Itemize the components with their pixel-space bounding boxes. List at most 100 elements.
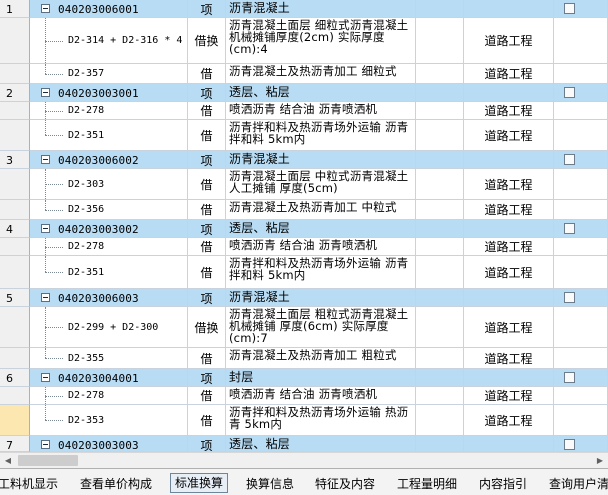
tab-features-content[interactable]: 特征及内容 (315, 474, 375, 494)
type-cell[interactable]: 项 (188, 151, 226, 169)
type-cell[interactable]: 借换 (188, 307, 226, 348)
name-cell[interactable]: 沥青混凝土 (226, 289, 416, 307)
specialty-cell[interactable]: 道路工程 (464, 387, 554, 405)
code-cell[interactable]: D2-278 (30, 102, 188, 120)
blank-cell[interactable] (416, 200, 464, 220)
quota-grid[interactable]: 1 040203006001 项沥青混凝土 D2-314 + D2-316 * 4 借换… (0, 0, 608, 452)
checkbox-cell[interactable] (554, 369, 608, 387)
bill-item-row[interactable]: 7 040203003003 项透层、粘层 (0, 436, 608, 452)
checkbox-cell[interactable] (554, 120, 608, 151)
quota-row[interactable]: D2-351 借沥青拌和料及热沥青场外运输 沥青拌和料 5km内 道路工程 (0, 256, 608, 289)
tab-query-user-list[interactable]: 查询用户清 (549, 474, 608, 494)
blank-cell[interactable] (416, 348, 464, 369)
type-cell[interactable]: 借 (188, 102, 226, 120)
code-cell[interactable]: 040203003003 (30, 436, 188, 452)
tab-quantity-detail[interactable]: 工程量明细 (397, 474, 457, 494)
collapse-icon[interactable] (41, 440, 50, 449)
blank-cell[interactable] (416, 405, 464, 436)
specialty-cell[interactable] (464, 436, 554, 452)
bill-item-row[interactable]: 6 040203004001 项封层 (0, 369, 608, 387)
collapse-icon[interactable] (41, 293, 50, 302)
specialty-cell[interactable] (464, 220, 554, 238)
row-number[interactable] (0, 348, 30, 369)
name-cell[interactable]: 喷洒沥青 结合油 沥青喷洒机 (226, 387, 416, 405)
specialty-cell[interactable] (464, 0, 554, 18)
name-cell[interactable]: 喷洒沥青 结合油 沥青喷洒机 (226, 102, 416, 120)
specialty-cell[interactable]: 道路工程 (464, 169, 554, 200)
row-checkbox[interactable] (564, 439, 575, 450)
checkbox-cell[interactable] (554, 405, 608, 436)
name-cell[interactable]: 沥青混凝土面层 粗粒式沥青混凝土 机械摊铺 厚度(6cm) 实际厚度(cm):7 (226, 307, 416, 348)
quota-row[interactable]: D2-299 + D2-300 借换 沥青混凝土面层 粗粒式沥青混凝土 机械摊铺 厚… (0, 307, 608, 348)
type-cell[interactable]: 借换 (188, 18, 226, 64)
type-cell[interactable]: 借 (188, 169, 226, 200)
name-cell[interactable]: 喷洒沥青 结合油 沥青喷洒机 (226, 238, 416, 256)
code-cell[interactable]: 040203003002 (30, 220, 188, 238)
row-number[interactable]: 3 (0, 151, 30, 169)
checkbox-cell[interactable] (554, 18, 608, 64)
type-cell[interactable]: 借 (188, 405, 226, 436)
collapse-icon[interactable] (41, 224, 50, 233)
specialty-cell[interactable]: 道路工程 (464, 348, 554, 369)
collapse-icon[interactable] (41, 4, 50, 13)
quota-row[interactable]: D2-314 + D2-316 * 4 借换 沥青混凝土面层 细粒式沥青混凝土 机械… (0, 18, 608, 64)
bill-item-row[interactable]: 4 040203003002 项透层、粘层 (0, 220, 608, 238)
name-cell[interactable]: 透层、粘层 (226, 436, 416, 452)
specialty-cell[interactable]: 道路工程 (464, 120, 554, 151)
bill-item-row[interactable]: 3 040203006002 项沥青混凝土 (0, 151, 608, 169)
quota-row[interactable]: D2-278 借喷洒沥青 结合油 沥青喷洒机 道路工程 (0, 102, 608, 120)
row-number[interactable] (0, 405, 30, 436)
blank-cell[interactable] (416, 220, 464, 238)
row-number[interactable]: 6 (0, 369, 30, 387)
checkbox-cell[interactable] (554, 151, 608, 169)
code-cell[interactable]: D2-303 (30, 169, 188, 200)
name-cell[interactable]: 封层 (226, 369, 416, 387)
horizontal-scrollbar[interactable]: ◀ ▶ (0, 452, 608, 468)
type-cell[interactable]: 借 (188, 64, 226, 84)
type-cell[interactable]: 项 (188, 369, 226, 387)
blank-cell[interactable] (416, 169, 464, 200)
tab-conversion-info[interactable]: 换算信息 (246, 474, 294, 494)
row-number[interactable]: 4 (0, 220, 30, 238)
tab-unit-price-composition[interactable]: 查看单价构成 (80, 474, 152, 494)
row-number[interactable]: 2 (0, 84, 30, 102)
row-number[interactable] (0, 200, 30, 220)
blank-cell[interactable] (416, 369, 464, 387)
code-cell[interactable]: D2-351 (30, 120, 188, 151)
name-cell[interactable]: 沥青混凝土 (226, 0, 416, 18)
type-cell[interactable]: 项 (188, 220, 226, 238)
blank-cell[interactable] (416, 102, 464, 120)
type-cell[interactable]: 借 (188, 120, 226, 151)
name-cell[interactable]: 沥青混凝土及热沥青加工 细粒式 (226, 64, 416, 84)
row-checkbox[interactable] (564, 87, 575, 98)
blank-cell[interactable] (416, 151, 464, 169)
checkbox-cell[interactable] (554, 348, 608, 369)
specialty-cell[interactable]: 道路工程 (464, 18, 554, 64)
blank-cell[interactable] (416, 307, 464, 348)
specialty-cell[interactable]: 道路工程 (464, 405, 554, 436)
specialty-cell[interactable]: 道路工程 (464, 102, 554, 120)
quota-row[interactable]: D2-278 借喷洒沥青 结合油 沥青喷洒机 道路工程 (0, 387, 608, 405)
tab-content-guide[interactable]: 内容指引 (479, 474, 527, 494)
code-cell[interactable]: D2-353 (30, 405, 188, 436)
code-cell[interactable]: D2-356 (30, 200, 188, 220)
bill-item-row[interactable]: 2 040203003001 项透层、粘层 (0, 84, 608, 102)
type-cell[interactable]: 借 (188, 200, 226, 220)
checkbox-cell[interactable] (554, 102, 608, 120)
quota-row[interactable]: D2-351 借沥青拌和料及热沥青场外运输 沥青拌和料 5km内 道路工程 (0, 120, 608, 151)
specialty-cell[interactable]: 道路工程 (464, 256, 554, 289)
specialty-cell[interactable]: 道路工程 (464, 64, 554, 84)
checkbox-cell[interactable] (554, 84, 608, 102)
code-cell[interactable]: D2-278 (30, 238, 188, 256)
specialty-cell[interactable]: 道路工程 (464, 200, 554, 220)
row-number[interactable] (0, 169, 30, 200)
row-number[interactable]: 5 (0, 289, 30, 307)
code-cell[interactable]: 040203006003 (30, 289, 188, 307)
checkbox-cell[interactable] (554, 289, 608, 307)
code-cell[interactable]: D2-299 + D2-300 (30, 307, 188, 348)
quota-row[interactable]: D2-278 借喷洒沥青 结合油 沥青喷洒机 道路工程 (0, 238, 608, 256)
type-cell[interactable]: 借 (188, 348, 226, 369)
specialty-cell[interactable] (464, 289, 554, 307)
row-number[interactable] (0, 120, 30, 151)
type-cell[interactable]: 项 (188, 0, 226, 18)
